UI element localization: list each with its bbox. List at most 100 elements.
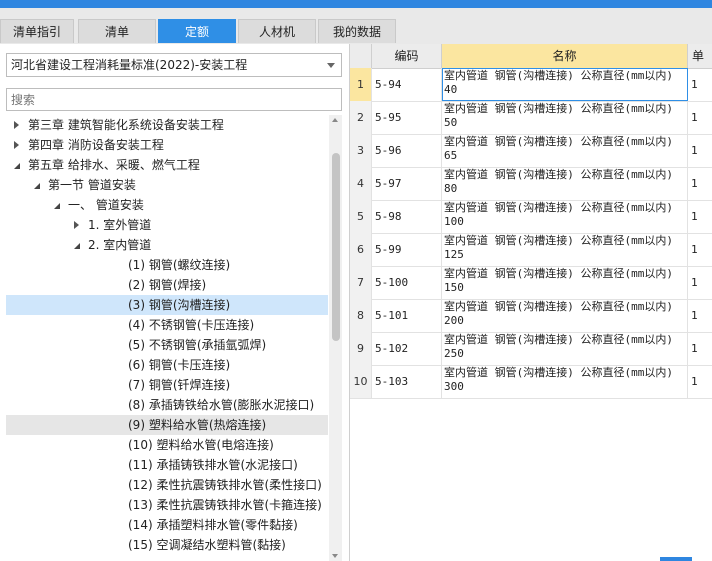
row-number[interactable]: 10 — [350, 365, 372, 398]
name-cell[interactable]: 室内管道 钢管(沟槽连接) 公称直径(mm以内) 50 — [442, 101, 688, 134]
table-row[interactable]: 2 5-95 室内管道 钢管(沟槽连接) 公称直径(mm以内) 50 1 — [350, 101, 712, 135]
tree-node[interactable]: (7) 铜管(钎焊连接) — [6, 375, 328, 395]
table-row[interactable]: 10 5-103 室内管道 钢管(沟槽连接) 公称直径(mm以内) 300 1 — [350, 365, 712, 399]
tree-node[interactable]: 1. 室外管道 — [6, 215, 328, 235]
tree-node[interactable]: (13) 柔性抗震铸铁排水管(卡箍连接) — [6, 495, 328, 515]
name-cell[interactable]: 室内管道 钢管(沟槽连接) 公称直径(mm以内) 200 — [442, 299, 688, 332]
tree-node[interactable]: (8) 承插铸铁给水管(膨胀水泥接口) — [6, 395, 328, 415]
table-row[interactable]: 6 5-99 室内管道 钢管(沟槽连接) 公称直径(mm以内) 125 1 — [350, 233, 712, 267]
row-number[interactable]: 9 — [350, 332, 372, 365]
collapse-arrow-icon[interactable] — [34, 183, 40, 189]
tree-node-label: (7) 铜管(钎焊连接) — [128, 378, 231, 392]
tree-node[interactable]: 一、 管道安装 — [6, 195, 328, 215]
table-row[interactable]: 7 5-100 室内管道 钢管(沟槽连接) 公称直径(mm以内) 150 1 — [350, 266, 712, 300]
scroll-up-icon[interactable] — [332, 118, 338, 122]
table-row[interactable]: 1 5-94 室内管道 钢管(沟槽连接) 公称直径(mm以内) 40 1 — [350, 68, 712, 102]
expand-arrow-icon[interactable] — [14, 141, 19, 149]
tree-node[interactable]: 第四章 消防设备安装工程 — [6, 135, 328, 155]
name-cell[interactable]: 室内管道 钢管(沟槽连接) 公称直径(mm以内) 80 — [442, 167, 688, 200]
name-cell[interactable]: 室内管道 钢管(沟槽连接) 公称直径(mm以内) 65 — [442, 134, 688, 167]
tree-node-label: (14) 承插塑料排水管(零件黏接) — [128, 518, 298, 532]
row-number[interactable]: 4 — [350, 167, 372, 200]
row-number[interactable]: 6 — [350, 233, 372, 266]
row-number[interactable]: 3 — [350, 134, 372, 167]
code-cell[interactable]: 5-96 — [372, 134, 442, 167]
collapse-arrow-icon[interactable] — [74, 243, 80, 249]
tab-list-guide[interactable]: 清单指引 — [0, 19, 74, 43]
code-cell[interactable]: 5-99 — [372, 233, 442, 266]
tree-node[interactable]: (1) 钢管(螺纹连接) — [6, 255, 328, 275]
code-cell[interactable]: 5-102 — [372, 332, 442, 365]
code-cell[interactable]: 5-101 — [372, 299, 442, 332]
tree-node[interactable]: (15) 空调凝结水塑料管(黏接) — [6, 535, 328, 555]
code-cell[interactable]: 5-97 — [372, 167, 442, 200]
tree-node-label: 第五章 给排水、采暖、燃气工程 — [28, 158, 200, 172]
table-row[interactable]: 5 5-98 室内管道 钢管(沟槽连接) 公称直径(mm以内) 100 1 — [350, 200, 712, 234]
chevron-down-icon[interactable] — [327, 63, 335, 68]
code-cell[interactable]: 5-100 — [372, 266, 442, 299]
scrollbar-thumb[interactable] — [332, 153, 340, 341]
table-row[interactable]: 9 5-102 室内管道 钢管(沟槽连接) 公称直径(mm以内) 250 1 — [350, 332, 712, 366]
tree-node[interactable]: (2) 钢管(焊接) — [6, 275, 328, 295]
unit-cell[interactable]: 1 — [688, 233, 712, 266]
tree-node[interactable]: (12) 柔性抗震铸铁排水管(柔性接口) — [6, 475, 328, 495]
tree-node[interactable]: (11) 承插铸铁排水管(水泥接口) — [6, 455, 328, 475]
unit-cell[interactable]: 1 — [688, 200, 712, 233]
name-cell[interactable]: 室内管道 钢管(沟槽连接) 公称直径(mm以内) 150 — [442, 266, 688, 299]
row-number[interactable]: 8 — [350, 299, 372, 332]
name-cell[interactable]: 室内管道 钢管(沟槽连接) 公称直径(mm以内) 250 — [442, 332, 688, 365]
unit-cell[interactable]: 1 — [688, 101, 712, 134]
expand-arrow-icon[interactable] — [14, 121, 19, 129]
row-number[interactable]: 7 — [350, 266, 372, 299]
code-cell[interactable]: 5-98 — [372, 200, 442, 233]
tree-node[interactable]: (9) 塑料给水管(热熔连接) — [6, 415, 328, 435]
grid-header-code[interactable]: 编码 — [372, 44, 442, 68]
tree-node-label: 第三章 建筑智能化系统设备安装工程 — [28, 118, 224, 132]
collapse-arrow-icon[interactable] — [54, 203, 60, 209]
name-cell[interactable]: 室内管道 钢管(沟槽连接) 公称直径(mm以内) 125 — [442, 233, 688, 266]
unit-cell[interactable]: 1 — [688, 167, 712, 200]
search-box[interactable] — [6, 88, 342, 111]
tab-bill[interactable]: 清单 — [78, 19, 156, 43]
tree-node[interactable]: 第一节 管道安装 — [6, 175, 328, 195]
standard-select[interactable]: 河北省建设工程消耗量标准(2022)-安装工程 — [6, 53, 342, 77]
code-cell[interactable]: 5-103 — [372, 365, 442, 398]
search-input[interactable] — [7, 89, 341, 110]
grid-header-unit[interactable]: 单 — [688, 44, 712, 68]
expand-arrow-icon[interactable] — [74, 221, 79, 229]
unit-cell[interactable]: 1 — [688, 134, 712, 167]
tree-node[interactable]: (14) 承插塑料排水管(零件黏接) — [6, 515, 328, 535]
name-cell[interactable]: 室内管道 钢管(沟槽连接) 公称直径(mm以内) 40 — [442, 68, 688, 101]
table-row[interactable]: 8 5-101 室内管道 钢管(沟槽连接) 公称直径(mm以内) 200 1 — [350, 299, 712, 333]
tree-node[interactable]: (5) 不锈钢管(承插氩弧焊) — [6, 335, 328, 355]
row-number[interactable]: 5 — [350, 200, 372, 233]
collapse-arrow-icon[interactable] — [14, 163, 20, 169]
unit-cell[interactable]: 1 — [688, 365, 712, 398]
tree-node[interactable]: 2. 室内管道 — [6, 235, 328, 255]
tree-node[interactable]: (4) 不锈钢管(卡压连接) — [6, 315, 328, 335]
unit-cell[interactable]: 1 — [688, 266, 712, 299]
tree-node[interactable]: 第五章 给排水、采暖、燃气工程 — [6, 155, 328, 175]
unit-cell[interactable]: 1 — [688, 299, 712, 332]
code-cell[interactable]: 5-94 — [372, 68, 442, 101]
tree-node[interactable]: (10) 塑料给水管(电熔连接) — [6, 435, 328, 455]
tree-node[interactable]: (3) 钢管(沟槽连接) — [6, 295, 328, 315]
tree-node[interactable]: 第三章 建筑智能化系统设备安装工程 — [6, 115, 328, 135]
table-row[interactable]: 4 5-97 室内管道 钢管(沟槽连接) 公称直径(mm以内) 80 1 — [350, 167, 712, 201]
tab-labor-material[interactable]: 人材机 — [238, 19, 316, 43]
tree-scrollbar[interactable] — [329, 115, 342, 561]
grid-header-name[interactable]: 名称 — [442, 44, 688, 68]
unit-cell[interactable]: 1 — [688, 68, 712, 101]
table-row[interactable]: 3 5-96 室内管道 钢管(沟槽连接) 公称直径(mm以内) 65 1 — [350, 134, 712, 168]
tree-node-label: 一、 管道安装 — [68, 198, 144, 212]
name-cell[interactable]: 室内管道 钢管(沟槽连接) 公称直径(mm以内) 100 — [442, 200, 688, 233]
scroll-down-icon[interactable] — [332, 554, 338, 558]
unit-cell[interactable]: 1 — [688, 332, 712, 365]
row-number[interactable]: 2 — [350, 101, 372, 134]
name-cell[interactable]: 室内管道 钢管(沟槽连接) 公称直径(mm以内) 300 — [442, 365, 688, 398]
tree-node[interactable]: (6) 铜管(卡压连接) — [6, 355, 328, 375]
row-number[interactable]: 1 — [350, 68, 372, 101]
tab-quota[interactable]: 定额 — [158, 19, 236, 43]
tab-my-data[interactable]: 我的数据 — [318, 19, 396, 43]
code-cell[interactable]: 5-95 — [372, 101, 442, 134]
